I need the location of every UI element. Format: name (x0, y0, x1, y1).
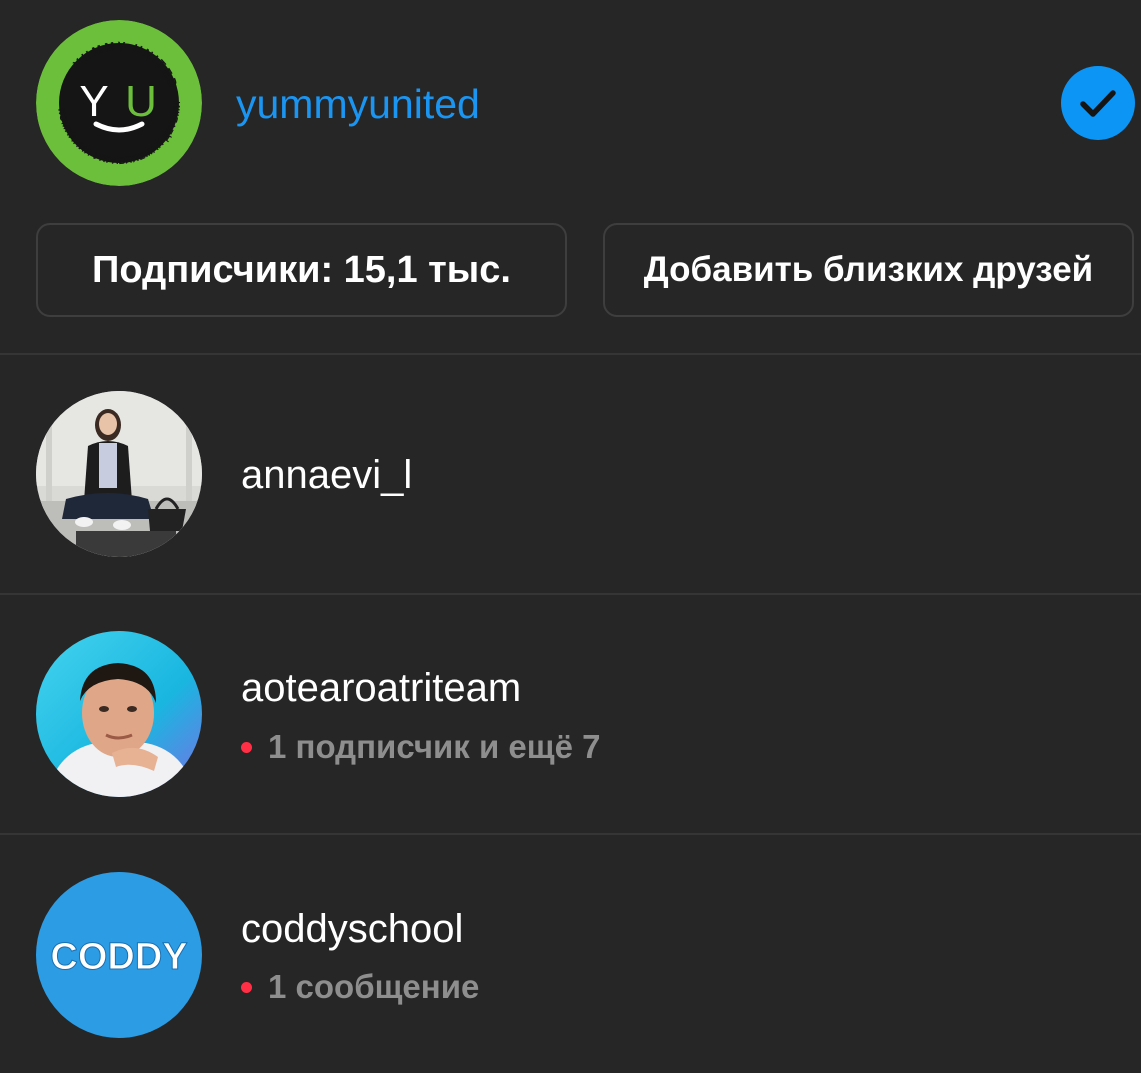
notification-dot (241, 981, 252, 993)
add-close-friends-label: Добавить близких друзей (643, 250, 1094, 289)
account-row-aotearoatriteam[interactable]: aotearoatriteam 1 подписчик и ещё 7 (0, 595, 1141, 833)
selected-checkmark-icon (1061, 66, 1135, 140)
account-username: coddyschool (241, 907, 464, 951)
notification-dot (241, 741, 252, 753)
svg-text:U: U (125, 77, 157, 126)
followers-button[interactable]: Подписчики: 15,1 тыс. (36, 223, 567, 317)
account-activity-text: 1 сообщение (268, 968, 480, 1005)
current-account-username: yummyunited (236, 81, 480, 127)
account-header[interactable]: YUMMY UNITED КОМПАНИЯ УПРАВЛЯЕМАЯ ДЕТЬМИ… (0, 0, 1141, 205)
account-row-coddyschool[interactable]: CODDY coddyschool 1 сообщение (0, 835, 1141, 1073)
account-username: annaevi_l (241, 453, 413, 497)
yummyunited-avatar: YUMMY UNITED КОМПАНИЯ УПРАВЛЯЕМАЯ ДЕТЬМИ… (36, 20, 202, 186)
account-activity-text: 1 подписчик и ещё 7 (268, 728, 601, 765)
aotearoatriteam-avatar (36, 631, 202, 797)
add-close-friends-button[interactable]: Добавить близких друзей (603, 223, 1134, 317)
annaevi-avatar (36, 391, 202, 557)
svg-text:Y: Y (79, 77, 108, 126)
yummyunited-logo: YUMMY UNITED КОМПАНИЯ УПРАВЛЯЕМАЯ ДЕТЬМИ… (36, 20, 202, 186)
followers-button-label: Подписчики: 15,1 тыс. (92, 248, 511, 291)
account-activity: 1 сообщение (241, 967, 479, 1007)
coddyschool-avatar: CODDY (36, 872, 202, 1038)
account-activity: 1 подписчик и ещё 7 (241, 727, 601, 767)
account-username: aotearoatriteam (241, 666, 522, 710)
account-row-annaevi[interactable]: annaevi_l (0, 355, 1141, 593)
coddy-logo-text: CODDY (50, 936, 187, 978)
